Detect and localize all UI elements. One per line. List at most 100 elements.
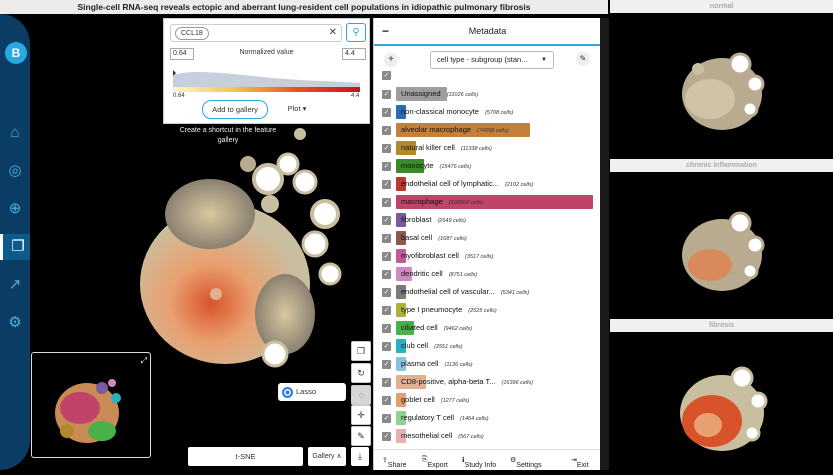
lasso-icon[interactable]: ◌ bbox=[351, 385, 371, 405]
category-checkbox[interactable]: ✓ bbox=[382, 342, 391, 351]
cluster bbox=[210, 288, 222, 300]
category-row[interactable]: ✓ type I pneumocyte (2525 cells) bbox=[382, 302, 597, 318]
max-value-input[interactable]: 4.4 bbox=[342, 48, 366, 60]
category-row[interactable]: ✓ ciliated cell (9462 cells) bbox=[382, 320, 597, 336]
category-count: (16396 cells) bbox=[501, 380, 534, 386]
pan-icon[interactable]: ✛ bbox=[351, 405, 371, 425]
cluster bbox=[60, 392, 100, 424]
embedding-select[interactable]: t-SNE bbox=[188, 447, 303, 466]
lasso-option[interactable]: Lasso bbox=[278, 383, 346, 401]
gallery-button[interactable]: Gallery ∧ bbox=[308, 447, 346, 466]
share-icon[interactable]: ↗ bbox=[0, 272, 30, 298]
comparison-plot-fibrosis[interactable] bbox=[610, 333, 833, 470]
comparison-plot-normal[interactable] bbox=[610, 14, 833, 158]
divider bbox=[600, 18, 609, 470]
category-checkbox[interactable]: ✓ bbox=[382, 306, 391, 315]
edit-icon[interactable]: ✎ bbox=[576, 52, 590, 66]
category-label: regulatory T cell (1464 cells) bbox=[401, 411, 489, 425]
add-icon[interactable]: ⊕ bbox=[0, 196, 30, 222]
category-row[interactable]: ✓ regulatory T cell (1464 cells) bbox=[382, 410, 597, 426]
category-checkbox[interactable]: ✓ bbox=[382, 252, 391, 261]
logo-icon[interactable]: B bbox=[5, 42, 27, 64]
category-checkbox[interactable]: ✓ bbox=[382, 378, 391, 387]
share-button[interactable]: ⇪ Share bbox=[382, 456, 407, 469]
cluster bbox=[688, 249, 732, 281]
add-category-button[interactable]: + bbox=[384, 53, 398, 67]
category-checkbox[interactable]: ✓ bbox=[382, 216, 391, 225]
refresh-icon[interactable]: ↻ bbox=[351, 363, 371, 383]
category-label: alveolar macrophage (74558 cells) bbox=[401, 123, 509, 137]
radio-icon[interactable] bbox=[282, 386, 293, 398]
cluster bbox=[310, 199, 340, 229]
category-checkbox[interactable]: ✓ bbox=[382, 144, 391, 153]
copy-icon[interactable]: ❐ bbox=[351, 341, 371, 361]
category-row[interactable]: ✓ CD8-positive, alpha-beta T... (16396 cel… bbox=[382, 374, 597, 390]
category-row[interactable]: ✓ monocyte (15476 cells) bbox=[382, 158, 597, 174]
search-icon[interactable]: ⚲ bbox=[346, 23, 366, 42]
category-row[interactable]: ✓ endothelial cell of vascular... (5341 ce… bbox=[382, 284, 597, 300]
download-icon[interactable]: ⤓ bbox=[351, 447, 369, 466]
explore-icon[interactable]: ◎ bbox=[0, 158, 30, 184]
pencil-icon[interactable]: ✎ bbox=[351, 426, 371, 446]
category-row[interactable]: ✓ fibroblast (2649 cells) bbox=[382, 212, 597, 228]
category-checkbox[interactable]: ✓ bbox=[382, 198, 391, 207]
category-label: type I pneumocyte (2525 cells) bbox=[401, 303, 497, 317]
category-checkbox[interactable]: ✓ bbox=[382, 180, 391, 189]
category-row[interactable]: ✓ plasma cell (1136 cells) bbox=[382, 356, 597, 372]
add-to-gallery-button[interactable]: Add to gallery bbox=[202, 100, 268, 119]
cluster bbox=[88, 421, 116, 441]
expand-icon[interactable]: ⤢ bbox=[141, 356, 147, 366]
category-count: (108994 cells) bbox=[448, 200, 484, 206]
category-row[interactable]: ✓ dendritic cell (8751 cells) bbox=[382, 266, 597, 282]
category-row[interactable]: ✓ mesothelial cell (567 cells) bbox=[382, 428, 597, 444]
category-checkbox[interactable]: ✓ bbox=[382, 234, 391, 243]
settings-icon[interactable]: ⚙ bbox=[0, 310, 30, 336]
category-checkbox[interactable]: ✓ bbox=[382, 162, 391, 171]
gene-chip[interactable]: CCL18 bbox=[175, 27, 209, 40]
category-label: dendritic cell (8751 cells) bbox=[401, 267, 477, 281]
gallery-icon[interactable]: ❐ bbox=[0, 234, 33, 260]
exit-button[interactable]: ⇥ Exit bbox=[571, 456, 589, 469]
category-checkbox[interactable]: ✓ bbox=[382, 126, 391, 135]
settings-button[interactable]: ⚙ Settings bbox=[510, 456, 542, 469]
category-checkbox[interactable]: ✓ bbox=[382, 324, 391, 333]
category-row[interactable]: ✓ natural killer cell (11338 cells) bbox=[382, 140, 597, 156]
category-checkbox[interactable]: ✓ bbox=[382, 270, 391, 279]
cluster bbox=[111, 393, 121, 403]
category-row[interactable]: ✓ Unassigned (31026 cells) bbox=[382, 86, 597, 102]
category-label: basal cell (1687 cells) bbox=[401, 231, 467, 245]
collapse-icon[interactable]: − bbox=[382, 18, 389, 44]
category-row[interactable]: ✓ myofibroblast cell (3517 cells) bbox=[382, 248, 597, 264]
category-checkbox[interactable]: ✓ bbox=[382, 396, 391, 405]
export-button[interactable]: ⎘ Export bbox=[422, 456, 448, 469]
category-row[interactable]: ✓ basal cell (1687 cells) bbox=[382, 230, 597, 246]
metadata-header: − Metadata bbox=[374, 18, 601, 46]
comparison-plot-chronic[interactable] bbox=[610, 173, 833, 318]
mini-map[interactable]: ⤢ bbox=[31, 352, 151, 458]
value-histogram[interactable] bbox=[173, 67, 360, 87]
subgroup-select[interactable]: cell type - subgroup (stan... ▼ bbox=[430, 51, 554, 69]
cluster bbox=[108, 379, 116, 387]
category-row[interactable]: ✓ endothelial cell of lymphatic... (2102 c… bbox=[382, 176, 597, 192]
select-all-checkbox[interactable]: ✓ bbox=[382, 71, 391, 80]
category-checkbox[interactable]: ✓ bbox=[382, 360, 391, 369]
category-checkbox[interactable]: ✓ bbox=[382, 432, 391, 441]
category-row[interactable]: ✓ club cell (2551 cells) bbox=[382, 338, 597, 354]
category-checkbox[interactable]: ✓ bbox=[382, 108, 391, 117]
category-checkbox[interactable]: ✓ bbox=[382, 288, 391, 297]
feature-panel: CCL18 ✕ ⚲ 0.64 Normalized value 4.4 0.64… bbox=[163, 18, 370, 124]
category-row[interactable]: ✓ alveolar macrophage (74558 cells) bbox=[382, 122, 597, 138]
category-count: (3517 cells) bbox=[464, 254, 494, 260]
category-row[interactable]: ✓ goblet cell (1277 cells) bbox=[382, 392, 597, 408]
category-checkbox[interactable]: ✓ bbox=[382, 414, 391, 423]
clear-icon[interactable]: ✕ bbox=[329, 27, 337, 38]
study-info-button[interactable]: ℹ Study Info bbox=[462, 456, 496, 469]
plot-button[interactable]: Plot ▾ bbox=[272, 100, 322, 117]
category-checkbox[interactable]: ✓ bbox=[382, 90, 391, 99]
gene-search-input[interactable]: CCL18 ✕ bbox=[170, 24, 342, 42]
home-icon[interactable]: ⌂ bbox=[0, 120, 30, 146]
category-row[interactable]: ✓ macrophage (108994 cells) bbox=[382, 194, 597, 210]
category-label: fibroblast (2649 cells) bbox=[401, 213, 466, 227]
category-row[interactable]: ✓ non-classical monocyte (5708 cells) bbox=[382, 104, 597, 120]
metadata-panel: − Metadata + cell type - subgroup (stan.… bbox=[373, 18, 601, 470]
